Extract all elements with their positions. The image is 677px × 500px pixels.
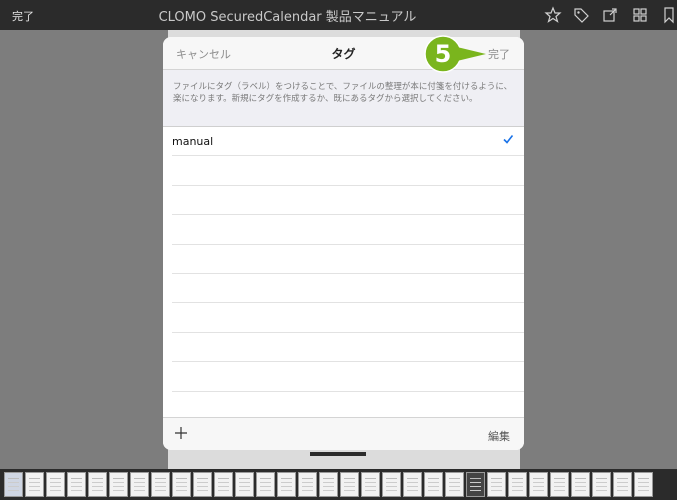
- page-thumbnail[interactable]: [319, 472, 338, 497]
- page-thumbnail[interactable]: [550, 472, 569, 497]
- page-thumbnail[interactable]: [592, 472, 611, 497]
- grid-icon[interactable]: [631, 6, 649, 24]
- share-icon[interactable]: [601, 6, 619, 24]
- page-thumbnail[interactable]: [424, 472, 443, 497]
- page-thumbnail[interactable]: [67, 472, 86, 497]
- empty-row: [172, 156, 524, 186]
- empty-row: [172, 215, 524, 245]
- page-thumbnail[interactable]: [25, 472, 44, 497]
- tag-row-manual[interactable]: manual: [172, 127, 524, 157]
- tag-label: manual: [172, 135, 214, 148]
- step-number: 5: [434, 40, 452, 68]
- page-thumbnail[interactable]: [298, 472, 317, 497]
- page-thumbnail[interactable]: [571, 472, 590, 497]
- page-thumbnail-strip[interactable]: [0, 469, 677, 500]
- page-thumbnail[interactable]: [172, 472, 191, 497]
- page-thumbnail[interactable]: [235, 472, 254, 497]
- checkmark-icon: [503, 135, 514, 144]
- page-thumbnail[interactable]: [403, 472, 422, 497]
- page-thumbnail[interactable]: [361, 472, 380, 497]
- page-thumbnail[interactable]: [151, 472, 170, 497]
- page-thumbnail[interactable]: [193, 472, 212, 497]
- tag-icon[interactable]: [572, 6, 590, 24]
- edit-button[interactable]: 編集: [488, 428, 510, 444]
- page-thumbnail[interactable]: [46, 472, 65, 497]
- page-thumbnail[interactable]: [382, 472, 401, 497]
- tag-description: ファイルにタグ（ラベル）をつけることで、ファイルの整理が本に付箋を付けるように、…: [163, 70, 524, 127]
- page-thumbnail[interactable]: [634, 472, 653, 497]
- page-indicator: [310, 452, 366, 456]
- document-title: CLOMO SecuredCalendar 製品マニュアル: [158, 10, 417, 25]
- page-thumbnail[interactable]: [4, 472, 23, 497]
- top-toolbar: 完了 CLOMO SecuredCalendar 製品マニュアル: [0, 0, 677, 30]
- page-thumbnail[interactable]: [487, 472, 506, 497]
- page-thumbnail[interactable]: [613, 472, 632, 497]
- page-thumbnail[interactable]: [529, 472, 548, 497]
- empty-row: [172, 186, 524, 216]
- page-thumbnail[interactable]: [445, 472, 464, 497]
- page-thumbnail[interactable]: [340, 472, 359, 497]
- done-button[interactable]: 完了: [488, 46, 510, 62]
- star-icon[interactable]: [544, 6, 562, 24]
- add-tag-icon[interactable]: [174, 426, 188, 440]
- empty-row: [172, 303, 524, 333]
- empty-row: [172, 274, 524, 304]
- page-thumbnail[interactable]: [130, 472, 149, 497]
- empty-row: [172, 245, 524, 274]
- page-thumbnail[interactable]: [277, 472, 296, 497]
- modal-bottom-bar: 編集: [163, 417, 524, 450]
- tag-list: manual: [163, 127, 524, 421]
- empty-row: [172, 333, 524, 363]
- page-thumbnail[interactable]: [109, 472, 128, 497]
- page-thumbnail[interactable]: [214, 472, 233, 497]
- bookmark-icon[interactable]: [661, 6, 677, 24]
- tag-modal: キャンセル タグ 完了 ファイルにタグ（ラベル）をつけることで、ファイルの整理が…: [163, 37, 524, 450]
- page-thumbnail[interactable]: [466, 472, 485, 497]
- empty-row: [172, 362, 524, 392]
- page-thumbnail[interactable]: [508, 472, 527, 497]
- thumbnail-list: [4, 472, 653, 497]
- page-thumbnail[interactable]: [256, 472, 275, 497]
- page-thumbnail[interactable]: [88, 472, 107, 497]
